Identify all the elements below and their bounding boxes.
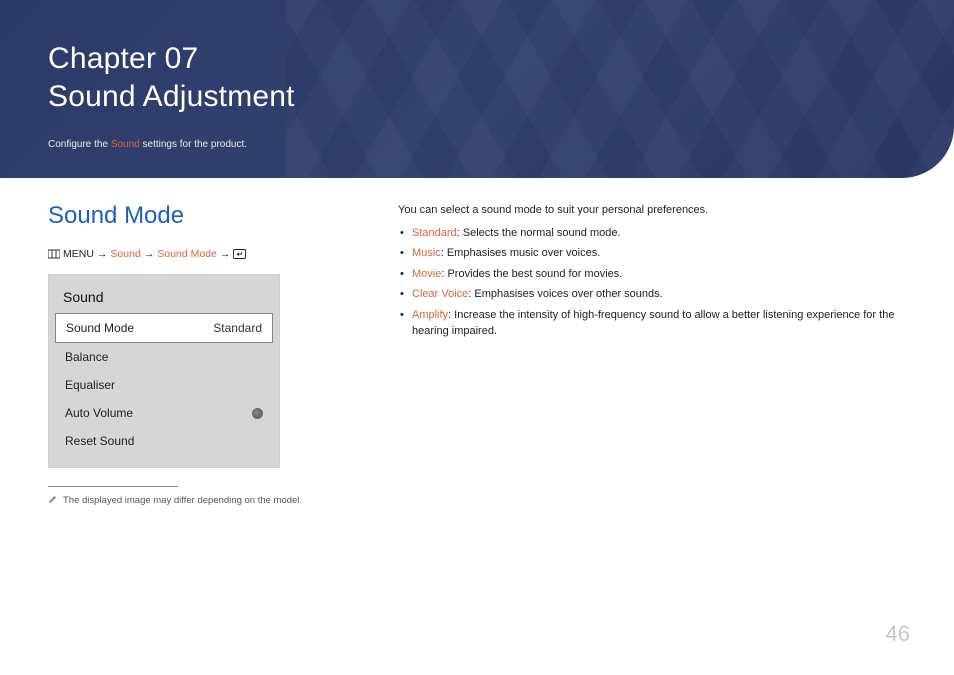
page-number: 46 — [886, 621, 910, 647]
mode-name: Amplify — [412, 309, 448, 321]
mode-name: Standard — [412, 227, 457, 239]
menu-item-label: Equaliser — [65, 378, 115, 392]
breadcrumb-menu-label: MENU — [63, 248, 94, 260]
sound-mode-list: Standard: Selects the normal sound mode.… — [398, 225, 906, 340]
osd-menu-title: Sound — [49, 285, 279, 313]
section-title: Sound Mode — [48, 202, 358, 230]
list-item: Music: Emphasises music over voices. — [398, 245, 906, 262]
list-item: Clear Voice: Emphasises voices over othe… — [398, 286, 906, 303]
chapter-number: Chapter 07 — [48, 42, 198, 75]
breadcrumb-arrow: → — [220, 248, 231, 260]
description-text: You can select a sound mode to suit your… — [398, 202, 906, 219]
menu-item-reset-sound[interactable]: Reset Sound — [55, 427, 273, 455]
mode-desc: : Emphasises music over voices. — [441, 247, 601, 259]
menu-item-sound-mode[interactable]: Sound Mode Standard — [55, 313, 273, 343]
menu-item-label: Reset Sound — [65, 434, 134, 448]
breadcrumb-item-sound-mode: Sound Mode — [157, 248, 217, 260]
mode-name: Movie — [412, 268, 441, 280]
menu-item-equaliser[interactable]: Equaliser — [55, 371, 273, 399]
list-item: Movie: Provides the best sound for movie… — [398, 266, 906, 283]
menu-item-label: Auto Volume — [65, 406, 133, 420]
mode-name: Music — [412, 247, 441, 259]
breadcrumb-arrow: → — [97, 248, 108, 260]
osd-menu-list: Sound Mode Standard Balance Equaliser Au… — [49, 313, 279, 455]
footnote: The displayed image may differ depending… — [48, 495, 358, 506]
mode-desc: : Emphasises voices over other sounds. — [468, 288, 662, 300]
radio-off-icon — [252, 408, 263, 419]
breadcrumb-arrow: → — [144, 248, 155, 260]
chapter-heading: Chapter 07 Sound Adjustment — [48, 40, 906, 115]
enter-icon — [233, 249, 246, 259]
highlight-word: Sound — [111, 139, 140, 150]
list-item: Standard: Selects the normal sound mode. — [398, 225, 906, 242]
chapter-title: Sound Adjustment — [48, 80, 295, 113]
menu-grid-icon — [48, 249, 60, 259]
footnote-rule — [48, 486, 178, 487]
menu-item-label: Sound Mode — [66, 321, 134, 335]
menu-item-balance[interactable]: Balance — [55, 343, 273, 371]
breadcrumb-item-sound: Sound — [110, 248, 140, 260]
footnote-text: The displayed image may differ depending… — [63, 495, 302, 506]
menu-item-auto-volume[interactable]: Auto Volume — [55, 399, 273, 427]
pencil-icon — [48, 495, 57, 504]
banner-description: Configure the Sound settings for the pro… — [48, 139, 906, 150]
chapter-banner: Chapter 07 Sound Adjustment Configure th… — [0, 0, 954, 178]
menu-item-label: Balance — [65, 350, 108, 364]
mode-desc: : Increase the intensity of high-frequen… — [412, 309, 894, 338]
mode-desc: : Selects the normal sound mode. — [457, 227, 621, 239]
mode-name: Clear Voice — [412, 288, 468, 300]
menu-item-value: Standard — [213, 321, 262, 335]
list-item: Amplify: Increase the intensity of high-… — [398, 307, 906, 340]
mode-desc: : Provides the best sound for movies. — [441, 268, 622, 280]
breadcrumb: MENU → Sound → Sound Mode → — [48, 248, 358, 260]
osd-menu-panel: Sound Sound Mode Standard Balance Equali… — [48, 274, 280, 468]
